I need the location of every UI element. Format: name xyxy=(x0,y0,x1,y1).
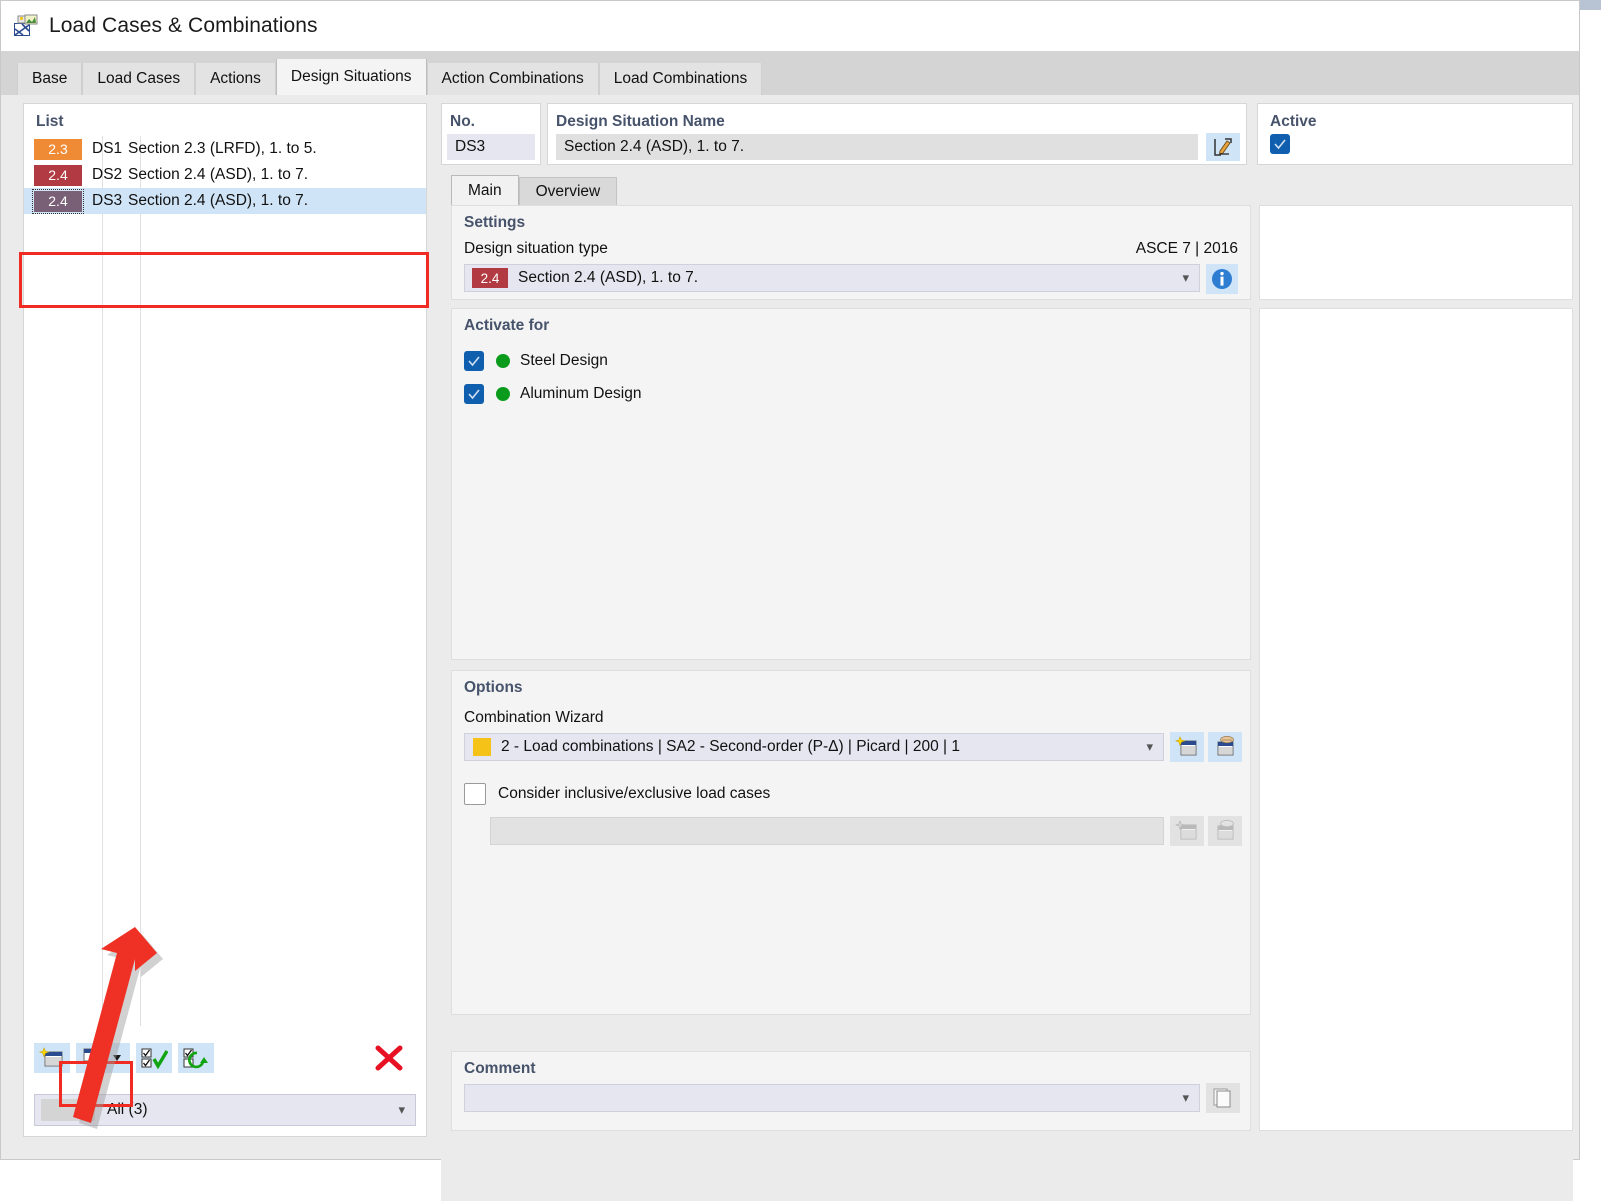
list-item[interactable]: 2.4 DS2 Section 2.4 (ASD), 1. to 7. xyxy=(24,162,426,188)
consider-inclusive-exclusive-row[interactable]: Consider inclusive/exclusive load cases xyxy=(464,783,770,805)
invert-selection-button[interactable] xyxy=(178,1043,214,1073)
window-title: Load Cases & Combinations xyxy=(49,14,318,37)
tab-base[interactable]: Base xyxy=(17,63,83,95)
active-checkbox[interactable] xyxy=(1270,134,1290,154)
list-filter-combo[interactable]: All (3) ▾ xyxy=(34,1094,416,1126)
delete-button[interactable] xyxy=(368,1043,410,1073)
row-name: Section 2.4 (ASD), 1. to 7. xyxy=(128,166,309,183)
combination-wizard-value: 2 - Load combinations | SA2 - Second-ord… xyxy=(501,738,960,755)
design-situation-type-combo[interactable]: 2.4 Section 2.4 (ASD), 1. to 7. ▾ xyxy=(464,264,1200,292)
new-item-star-icon-disabled xyxy=(1170,816,1204,846)
settings-side-panel xyxy=(1259,205,1573,300)
tab-design-situations[interactable]: Design Situations xyxy=(275,59,427,95)
design-situation-name-input[interactable]: Section 2.4 (ASD), 1. to 7. xyxy=(556,134,1198,160)
combination-wizard-label: Combination Wizard xyxy=(464,709,604,726)
status-dot xyxy=(496,387,510,401)
tab-actions[interactable]: Actions xyxy=(195,63,276,95)
edit-item-icon-disabled xyxy=(1208,816,1242,846)
list-filter-label: All (3) xyxy=(107,1101,148,1118)
design-situation-name-panel: Design Situation Name Section 2.4 (ASD),… xyxy=(547,103,1247,165)
design-situation-form: Main Overview Settings Design situation … xyxy=(441,173,1573,1201)
comment-combo[interactable]: ▾ xyxy=(464,1084,1200,1112)
list-item[interactable]: 2.4 DS3 Section 2.4 (ASD), 1. to 7. xyxy=(24,188,426,214)
tab-action-combinations[interactable]: Action Combinations xyxy=(426,63,599,95)
steel-design-label: Steel Design xyxy=(520,352,608,369)
type-badge: 2.4 xyxy=(472,268,508,288)
subtab-overview[interactable]: Overview xyxy=(518,177,618,205)
design-situations-list-panel: List 2.3 DS1 Section 2.3 (LRFD), 1. to 5… xyxy=(23,103,427,1137)
active-label: Active xyxy=(1270,113,1317,130)
copy-pages-icon[interactable] xyxy=(1206,1083,1240,1113)
active-panel: Active xyxy=(1257,103,1573,165)
row-badge: 2.4 xyxy=(32,188,84,214)
row-id: DS1 xyxy=(92,140,123,157)
standard-label: ASCE 7 | 2016 xyxy=(1135,240,1238,257)
chevron-down-icon: ▾ xyxy=(1182,270,1189,285)
load-cases-combinations-window: Load Cases & Combinations Base Load Case… xyxy=(0,0,1580,1201)
settings-group: Settings Design situation type ASCE 7 | … xyxy=(451,205,1251,300)
design-situation-type-label: Design situation type xyxy=(464,240,608,257)
row-id: DS3 xyxy=(92,192,123,209)
list-caption: List xyxy=(36,113,64,130)
info-icon[interactable] xyxy=(1206,264,1238,294)
activate-for-group: Activate for Steel Design Aluminum Desig… xyxy=(451,308,1251,660)
design-situations-list[interactable]: 2.3 DS1 Section 2.3 (LRFD), 1. to 5. 2.4… xyxy=(24,136,426,1026)
combination-wizard-combo[interactable]: 2 - Load combinations | SA2 - Second-ord… xyxy=(464,733,1164,761)
number-value[interactable]: DS3 xyxy=(447,134,535,160)
select-all-button[interactable] xyxy=(136,1043,172,1073)
number-panel: No. DS3 xyxy=(441,103,541,165)
comment-group: Comment ▾ xyxy=(451,1051,1251,1131)
form-subtabs: Main Overview xyxy=(451,173,618,205)
load-cases-icon xyxy=(13,14,39,38)
activate-for-title: Activate for xyxy=(464,317,550,334)
row-name: Section 2.4 (ASD), 1. to 7. xyxy=(128,192,309,209)
dialog-content: List 2.3 DS1 Section 2.3 (LRFD), 1. to 5… xyxy=(1,95,1579,1201)
row-badge: 2.4 xyxy=(34,164,82,186)
subtab-main[interactable]: Main xyxy=(451,175,519,205)
tab-load-cases[interactable]: Load Cases xyxy=(82,63,196,95)
design-situation-type-value: Section 2.4 (ASD), 1. to 7. xyxy=(518,269,699,286)
row-id: DS2 xyxy=(92,166,123,183)
settings-title: Settings xyxy=(464,214,526,231)
tab-load-combinations[interactable]: Load Combinations xyxy=(598,63,763,95)
row-badge: 2.3 xyxy=(34,138,82,160)
main-tabstrip: Base Load Cases Actions Design Situation… xyxy=(1,51,1579,95)
row-name: Section 2.3 (LRFD), 1. to 5. xyxy=(128,140,317,157)
consider-inclusive-exclusive-label: Consider inclusive/exclusive load cases xyxy=(498,785,771,802)
chevron-down-icon: ▾ xyxy=(1182,1090,1189,1105)
inclusive-exclusive-combo[interactable] xyxy=(490,817,1164,845)
edit-pencil-icon[interactable] xyxy=(1206,133,1240,161)
new-design-situation-button[interactable] xyxy=(34,1043,70,1073)
chevron-down-icon: ▾ xyxy=(398,1102,405,1117)
form-side-panel xyxy=(1259,308,1573,1131)
list-item[interactable]: 2.3 DS1 Section 2.3 (LRFD), 1. to 5. xyxy=(24,136,426,162)
chevron-down-icon: ▾ xyxy=(1146,739,1153,754)
activate-aluminum-design-row[interactable]: Aluminum Design xyxy=(464,384,641,404)
copy-design-situation-button[interactable] xyxy=(76,1043,130,1073)
wizard-color-chip xyxy=(473,738,491,756)
design-situation-name-label: Design Situation Name xyxy=(556,113,725,130)
window-titlebar: Load Cases & Combinations xyxy=(1,1,1579,51)
filter-color-swatch xyxy=(41,1099,95,1121)
consider-inclusive-exclusive-checkbox[interactable] xyxy=(464,783,486,805)
new-item-star-icon[interactable] xyxy=(1170,732,1204,762)
list-toolbar xyxy=(34,1038,416,1078)
status-dot xyxy=(496,354,510,368)
aluminum-design-label: Aluminum Design xyxy=(520,385,642,402)
activate-steel-design-row[interactable]: Steel Design xyxy=(464,351,608,371)
comment-title: Comment xyxy=(464,1060,536,1077)
options-title: Options xyxy=(464,679,523,696)
edit-item-icon[interactable] xyxy=(1208,732,1242,762)
number-label: No. xyxy=(450,113,475,130)
steel-design-checkbox[interactable] xyxy=(464,351,484,371)
aluminum-design-checkbox[interactable] xyxy=(464,384,484,404)
options-group: Options Combination Wizard 2 - Load comb… xyxy=(451,670,1251,1015)
